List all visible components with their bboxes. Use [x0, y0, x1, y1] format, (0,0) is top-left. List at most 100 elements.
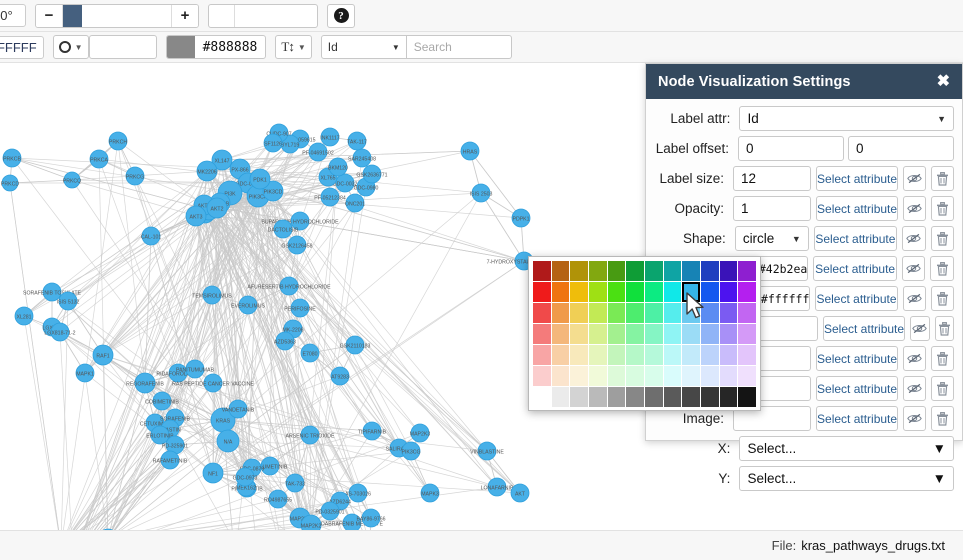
- color-swatch-cell[interactable]: [626, 366, 644, 386]
- color-swatch-cell[interactable]: [738, 282, 756, 302]
- color-swatch-cell[interactable]: [719, 387, 738, 407]
- eye-slash-icon[interactable]: [903, 406, 927, 431]
- color-swatch-cell[interactable]: [607, 261, 626, 281]
- color-swatch-cell[interactable]: [663, 303, 682, 323]
- color-swatch-cell[interactable]: [626, 387, 644, 407]
- color-swatch-cell[interactable]: [533, 282, 551, 302]
- color-swatch-cell[interactable]: [533, 261, 551, 281]
- color-swatch-grid[interactable]: [533, 261, 756, 407]
- select-attribute-button[interactable]: Select attribute: [823, 316, 906, 341]
- trash-icon[interactable]: [931, 376, 954, 401]
- eye-slash-icon[interactable]: [910, 316, 930, 341]
- color-swatch-cell[interactable]: [719, 324, 738, 344]
- color-swatch-cell[interactable]: [626, 303, 644, 323]
- color-swatch-cell[interactable]: [551, 366, 570, 386]
- color-swatch-cell[interactable]: [700, 324, 719, 344]
- color-swatch-cell[interactable]: [551, 345, 570, 365]
- color-swatch-cell[interactable]: [626, 282, 644, 302]
- color-swatch-cell[interactable]: [663, 282, 682, 302]
- select-attribute-button[interactable]: Select attribute: [813, 226, 898, 251]
- color-swatch-cell[interactable]: [700, 282, 719, 302]
- color-swatch-cell[interactable]: [644, 261, 663, 281]
- trash-icon[interactable]: [930, 256, 954, 281]
- color-swatch-cell[interactable]: [700, 261, 719, 281]
- color-swatch-cell[interactable]: [570, 261, 588, 281]
- axis-select-x[interactable]: Select... ▼: [739, 436, 954, 461]
- select-attribute-button[interactable]: Select attribute: [816, 196, 899, 221]
- color-swatch-cell[interactable]: [533, 366, 551, 386]
- trash-icon[interactable]: [934, 316, 954, 341]
- color-swatch-cell[interactable]: [719, 345, 738, 365]
- trash-icon[interactable]: [931, 346, 954, 371]
- shape-dropdown[interactable]: ▼: [52, 35, 89, 59]
- color-swatch-cell[interactable]: [663, 324, 682, 344]
- zoom-slider-track[interactable]: [62, 4, 172, 27]
- color-swatch-cell[interactable]: [719, 303, 738, 323]
- color-swatch-cell[interactable]: [738, 345, 756, 365]
- color-swatch-cell[interactable]: [588, 282, 607, 302]
- zoom-out-button[interactable]: −: [36, 4, 62, 27]
- color-swatch-cell[interactable]: [588, 261, 607, 281]
- color-swatch-cell[interactable]: [607, 387, 626, 407]
- color-swatch-cell[interactable]: [644, 345, 663, 365]
- color-swatch-cell[interactable]: [607, 366, 626, 386]
- color-swatch-cell[interactable]: [533, 345, 551, 365]
- color-swatch-cell[interactable]: [644, 303, 663, 323]
- trash-icon[interactable]: [930, 286, 954, 311]
- trash-icon[interactable]: [930, 226, 954, 251]
- select-attribute-button[interactable]: Select attribute: [816, 166, 899, 191]
- color-swatch-cell[interactable]: [607, 324, 626, 344]
- color-swatch-cell[interactable]: [682, 366, 700, 386]
- color-swatch-cell[interactable]: [738, 387, 756, 407]
- color-picker-popup[interactable]: [528, 256, 761, 411]
- color-swatch-cell[interactable]: [700, 345, 719, 365]
- color-swatch-cell[interactable]: [626, 261, 644, 281]
- color-swatch-cell[interactable]: [551, 324, 570, 344]
- color-swatch-cell[interactable]: [663, 261, 682, 281]
- eye-slash-icon[interactable]: [901, 256, 926, 281]
- axis-select-y[interactable]: Select... ▼: [739, 466, 954, 491]
- settings-input-opacity[interactable]: [733, 196, 812, 221]
- close-icon[interactable]: ✖: [937, 73, 950, 90]
- color-swatch-cell[interactable]: [626, 324, 644, 344]
- color-swatch-cell[interactable]: [644, 324, 663, 344]
- settings-select-labelattr[interactable]: Id ▼: [739, 106, 954, 131]
- color-swatch-cell[interactable]: [626, 345, 644, 365]
- color-swatch-cell[interactable]: [738, 366, 756, 386]
- color-swatch-cell[interactable]: [551, 303, 570, 323]
- settings-input-labelsize[interactable]: [733, 166, 812, 191]
- color-swatch-cell[interactable]: [700, 366, 719, 386]
- edge-color-swatch[interactable]: [166, 36, 195, 58]
- trash-icon[interactable]: [931, 166, 954, 191]
- color-swatch-cell[interactable]: [644, 366, 663, 386]
- color-swatch-cell[interactable]: [588, 345, 607, 365]
- search-input[interactable]: [406, 35, 512, 59]
- secondary-field[interactable]: [208, 3, 318, 28]
- select-attribute-button[interactable]: Select attribute: [816, 406, 899, 431]
- background-color-field[interactable]: FFFFFF: [0, 35, 44, 59]
- eye-slash-icon[interactable]: [903, 166, 927, 191]
- color-swatch-cell[interactable]: [570, 387, 588, 407]
- color-swatch-cell[interactable]: [607, 303, 626, 323]
- color-swatch-cell[interactable]: [570, 366, 588, 386]
- color-swatch-cell[interactable]: [719, 261, 738, 281]
- color-swatch-cell[interactable]: [588, 366, 607, 386]
- select-attribute-button[interactable]: Select attribute: [813, 256, 897, 281]
- color-swatch-cell[interactable]: [570, 282, 588, 302]
- trash-icon[interactable]: [931, 406, 954, 431]
- trash-icon[interactable]: [931, 196, 954, 221]
- angle-field[interactable]: 90°: [0, 4, 26, 27]
- color-swatch-cell[interactable]: [570, 303, 588, 323]
- select-attribute-button[interactable]: Select attribute: [816, 376, 899, 401]
- color-swatch-cell[interactable]: [700, 387, 719, 407]
- text-style-dropdown[interactable]: T↕ ▼: [275, 35, 312, 59]
- color-swatch-cell[interactable]: [607, 345, 626, 365]
- color-swatch-cell[interactable]: [682, 282, 700, 302]
- color-swatch-cell[interactable]: [719, 282, 738, 302]
- eye-slash-icon[interactable]: [902, 286, 926, 311]
- edge-color-field[interactable]: #888888: [165, 35, 267, 59]
- color-swatch-cell[interactable]: [551, 282, 570, 302]
- zoom-slider-handle[interactable]: [63, 4, 83, 27]
- shape-size-input[interactable]: [88, 35, 157, 59]
- color-swatch-cell[interactable]: [682, 324, 700, 344]
